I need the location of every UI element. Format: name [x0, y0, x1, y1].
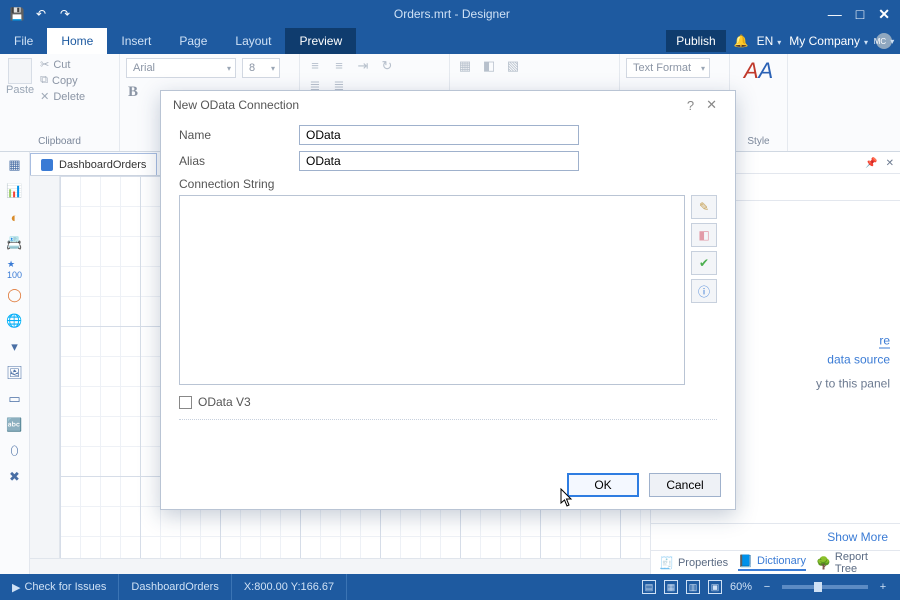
dialog-close-icon[interactable]: ✕: [700, 97, 723, 113]
odata-v3-label: OData V3: [198, 395, 251, 409]
alias-label: Alias: [179, 154, 299, 168]
connection-string-input[interactable]: [179, 195, 685, 385]
close-icon[interactable]: ✕: [878, 6, 890, 23]
redo-icon[interactable]: ↷: [54, 3, 76, 25]
toolbox-shape-icon[interactable]: ⬯: [6, 442, 24, 460]
avatar[interactable]: MC: [876, 33, 892, 49]
cancel-button[interactable]: Cancel: [649, 473, 721, 497]
shadow-icon[interactable]: ▧: [504, 58, 522, 74]
check-for-issues[interactable]: ▶ Check for Issues: [0, 574, 119, 600]
tab-dictionary[interactable]: 📘Dictionary: [738, 554, 806, 571]
dialog-separator: [179, 419, 717, 420]
menu-insert[interactable]: Insert: [107, 28, 165, 54]
view-mode-3-icon[interactable]: ▥: [686, 580, 700, 594]
status-coords: X:800.00 Y:166.67: [232, 574, 347, 600]
toolbox-panel-icon[interactable]: ▭: [6, 390, 24, 408]
zoom-slider[interactable]: [782, 585, 868, 589]
align-center-icon[interactable]: ≡: [330, 58, 348, 74]
dictionary-hint-more[interactable]: re: [879, 334, 890, 349]
menu-preview[interactable]: Preview: [285, 28, 356, 54]
title-bar: 💾 ↶ ↷ Orders.mrt - Designer — □ ✕: [0, 0, 900, 28]
menu-bar: File Home Insert Page Layout Preview Pub…: [0, 28, 900, 54]
edit-connection-icon[interactable]: ✎: [691, 195, 717, 219]
toolbox-pivot-icon[interactable]: ◯: [6, 286, 24, 304]
menu-file[interactable]: File: [0, 28, 47, 54]
zoom-out-button[interactable]: −: [760, 581, 774, 593]
tab-report-tree[interactable]: 🌳Report Tree: [816, 551, 892, 575]
copy-button[interactable]: Copy: [40, 74, 85, 87]
toolbox-indicator-icon[interactable]: 📇: [6, 234, 24, 252]
paste-button[interactable]: Paste: [6, 58, 34, 96]
toolbox-settings-icon[interactable]: ✖: [6, 468, 24, 486]
horizontal-scrollbar[interactable]: [30, 558, 650, 574]
dialog-title: New OData Connection: [173, 98, 299, 112]
cut-button[interactable]: Cut: [40, 58, 85, 71]
toolbox-table-icon[interactable]: ▦: [6, 156, 24, 174]
bell-icon[interactable]: 🔔: [734, 34, 749, 48]
fill-icon[interactable]: ◧: [480, 58, 498, 74]
test-connection-icon[interactable]: ✔: [691, 251, 717, 275]
alias-input[interactable]: [299, 151, 579, 171]
name-input[interactable]: [299, 125, 579, 145]
odata-v3-checkbox[interactable]: [179, 396, 192, 409]
toolbox-gauge-icon[interactable]: ◐: [6, 208, 24, 226]
ok-button[interactable]: OK: [567, 473, 639, 497]
document-tab-label: DashboardOrders: [59, 159, 146, 171]
toolbox-filter-icon[interactable]: ▾: [6, 338, 24, 356]
undo-icon[interactable]: ↶: [30, 3, 52, 25]
menu-layout[interactable]: Layout: [221, 28, 285, 54]
document-tab[interactable]: DashboardOrders: [30, 153, 157, 175]
show-more-link[interactable]: Show More: [827, 530, 888, 544]
toolbox: ▦ 📊 ◐ 📇 ★100 ◯ 🌐 ▾ 🖼 ▭ 🔤 ⬯ ✖: [0, 152, 30, 574]
minimize-icon[interactable]: —: [828, 6, 842, 23]
toolbox-image-icon[interactable]: 🖼: [6, 364, 24, 382]
font-name-combo[interactable]: Arial: [126, 58, 236, 78]
vertical-ruler: [30, 176, 60, 558]
view-mode-2-icon[interactable]: ▦: [664, 580, 678, 594]
toolbox-chart-icon[interactable]: 📊: [6, 182, 24, 200]
view-mode-1-icon[interactable]: ▤: [642, 580, 656, 594]
panel-close-icon[interactable]: [886, 157, 894, 169]
maximize-icon[interactable]: □: [856, 6, 864, 23]
dictionary-drag-hint: y to this panel: [710, 377, 890, 391]
paragraph-group: ≡ ≡ ⇥ ↻ ≣ ≣: [306, 58, 443, 94]
company-selector[interactable]: My Company: [789, 34, 868, 48]
dashboard-icon: [41, 159, 53, 171]
language-selector[interactable]: EN: [757, 34, 782, 48]
window-title: Orders.mrt - Designer: [76, 7, 828, 21]
toolbox-text-icon[interactable]: 🔤: [6, 416, 24, 434]
pin-icon[interactable]: [865, 157, 877, 169]
dialog-help-icon[interactable]: ?: [681, 98, 700, 113]
text-format-combo[interactable]: Text Format: [626, 58, 710, 78]
border-all-icon[interactable]: ▦: [456, 58, 474, 74]
save-icon[interactable]: 💾: [6, 3, 28, 25]
delete-button[interactable]: Delete: [40, 90, 85, 103]
clipboard-group-label: Clipboard: [6, 134, 113, 149]
new-odata-connection-dialog: New OData Connection ? ✕ Name Alias Conn…: [160, 90, 736, 510]
toolbox-progress-icon[interactable]: ★100: [6, 260, 24, 278]
dictionary-hint-source[interactable]: data source: [710, 353, 890, 367]
rotate-icon[interactable]: ↻: [378, 58, 396, 74]
menu-home[interactable]: Home: [47, 28, 107, 54]
clipboard-icon: [8, 58, 32, 84]
status-bar: ▶ Check for Issues DashboardOrders X:800…: [0, 574, 900, 600]
align-left-icon[interactable]: ≡: [306, 58, 324, 74]
toolbox-map-icon[interactable]: 🌐: [6, 312, 24, 330]
name-label: Name: [179, 128, 299, 142]
connection-string-label: Connection String: [179, 177, 717, 191]
style-icon[interactable]: AA: [736, 58, 781, 84]
style-group-label: Style: [736, 134, 781, 149]
tab-properties[interactable]: 🧾Properties: [659, 556, 728, 570]
connection-info-icon[interactable]: ⓘ: [691, 279, 717, 303]
zoom-value: 60%: [730, 581, 752, 593]
indent-icon[interactable]: ⇥: [354, 58, 372, 74]
publish-button[interactable]: Publish: [666, 30, 725, 52]
font-size-combo[interactable]: 8: [242, 58, 280, 78]
view-mode-4-icon[interactable]: ▣: [708, 580, 722, 594]
zoom-in-button[interactable]: +: [876, 581, 890, 593]
clear-connection-icon[interactable]: ◧: [691, 223, 717, 247]
menu-page[interactable]: Page: [165, 28, 221, 54]
status-document: DashboardOrders: [119, 574, 231, 600]
